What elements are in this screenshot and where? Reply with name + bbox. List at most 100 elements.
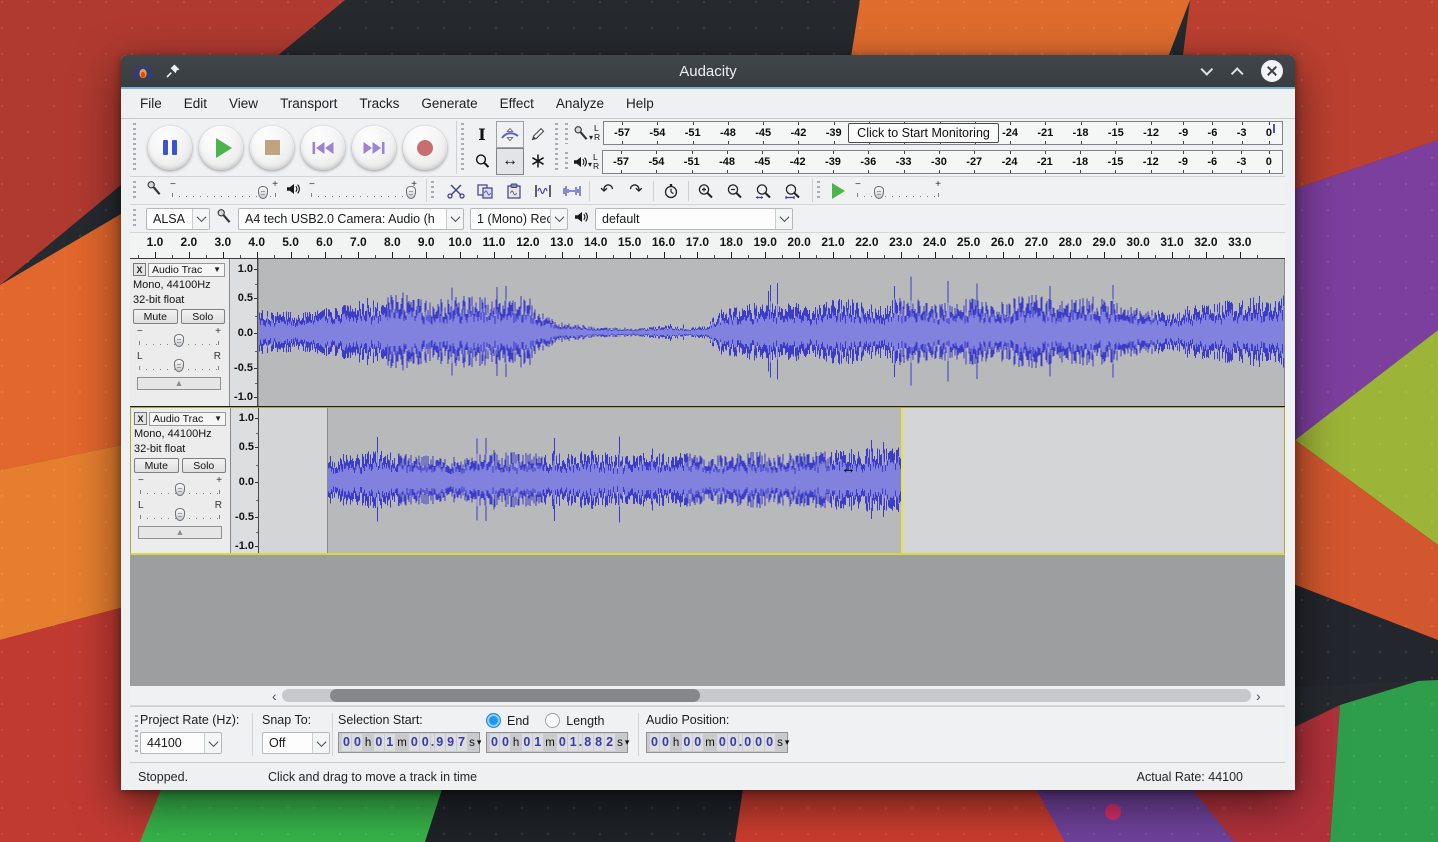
dropdown-chevron-icon[interactable] bbox=[446, 209, 463, 229]
time-digit[interactable]: . bbox=[739, 734, 742, 751]
pan-slider[interactable]: LR bbox=[136, 502, 224, 523]
time-digit[interactable]: . bbox=[579, 734, 582, 751]
silence-button[interactable] bbox=[559, 179, 585, 203]
selection-end-time[interactable]: 00h01m01.882s▾ bbox=[486, 732, 628, 753]
toolbar-gripper[interactable] bbox=[133, 209, 137, 229]
time-digit[interactable]: 0 bbox=[420, 734, 430, 751]
track-collapse-button[interactable]: ▲ bbox=[138, 526, 222, 539]
input-channels-select[interactable]: 1 (Mono) Reco bbox=[470, 208, 568, 230]
minimize-button[interactable] bbox=[1200, 63, 1213, 76]
skip-start-button[interactable] bbox=[301, 126, 345, 170]
tool-selection[interactable]: I bbox=[468, 121, 496, 148]
playback-volume-slider[interactable]: −+ bbox=[307, 181, 419, 201]
time-digit[interactable]: 0 bbox=[500, 734, 510, 751]
toolbar-gripper[interactable] bbox=[133, 123, 137, 172]
track-close-button[interactable]: X bbox=[134, 412, 147, 425]
skip-end-button[interactable] bbox=[352, 126, 396, 170]
speaker-icon[interactable]: ▾ bbox=[573, 156, 592, 168]
time-digit[interactable]: 7 bbox=[457, 734, 467, 751]
menu-help[interactable]: Help bbox=[615, 92, 665, 115]
time-digit[interactable]: 0 bbox=[754, 734, 764, 751]
track-control-panel[interactable]: X Audio Trac ▼ Mono, 44100Hz 32-bit floa… bbox=[131, 408, 231, 553]
track-title-dropdown[interactable]: Audio Trac ▼ bbox=[148, 263, 225, 277]
cut-button[interactable] bbox=[443, 179, 469, 203]
time-digit[interactable]: 1 bbox=[533, 734, 543, 751]
horizontal-scrollbar[interactable]: ‹ › bbox=[130, 686, 1285, 706]
track-control-panel[interactable]: X Audio Trac ▼ Mono, 44100Hz 32-bit floa… bbox=[130, 259, 230, 406]
stop-button[interactable] bbox=[250, 126, 294, 170]
radio-end[interactable] bbox=[486, 713, 501, 728]
audio-clip[interactable] bbox=[258, 259, 1285, 406]
vertical-scale-ruler[interactable]: 1.00.50.0-0.5-1.0 bbox=[231, 408, 259, 553]
time-digit[interactable]: 0 bbox=[650, 734, 660, 751]
monitoring-tooltip[interactable]: Click to Start Monitoring bbox=[848, 123, 999, 143]
snap-to-select[interactable]: Off bbox=[262, 732, 330, 754]
time-digit[interactable]: 0 bbox=[352, 734, 362, 751]
slider-thumb[interactable] bbox=[175, 483, 185, 496]
time-digit[interactable]: 0 bbox=[342, 734, 352, 751]
dropdown-chevron-icon[interactable] bbox=[192, 209, 209, 229]
time-digit[interactable]: 0 bbox=[490, 734, 500, 751]
solo-button[interactable]: Solo bbox=[182, 458, 227, 473]
toolbar-gripper[interactable] bbox=[135, 715, 139, 754]
dropdown-chevron-icon[interactable] bbox=[550, 209, 567, 229]
menu-view[interactable]: View bbox=[218, 92, 269, 115]
time-digit[interactable]: 8 bbox=[594, 734, 604, 751]
time-digit[interactable]: 0 bbox=[522, 734, 532, 751]
dropdown-arrow-icon[interactable]: ▾ bbox=[785, 737, 790, 748]
time-digit[interactable]: 0 bbox=[728, 734, 738, 751]
play-button[interactable] bbox=[199, 126, 243, 170]
record-button[interactable] bbox=[403, 126, 447, 170]
menu-effect[interactable]: Effect bbox=[489, 92, 545, 115]
dropdown-arrow-icon[interactable]: ▾ bbox=[477, 737, 482, 748]
slider-thumb[interactable] bbox=[406, 186, 416, 199]
radio-length-label[interactable]: Length bbox=[566, 714, 604, 728]
track-collapse-button[interactable]: ▲ bbox=[137, 377, 221, 390]
gain-slider[interactable]: −+ bbox=[136, 477, 224, 498]
radio-length[interactable] bbox=[545, 713, 560, 728]
audio-position-time[interactable]: 00h00m00.000s▾ bbox=[646, 732, 788, 753]
titlebar[interactable]: Audacity bbox=[121, 55, 1295, 89]
toolbar-gripper[interactable] bbox=[555, 123, 559, 172]
track-title-dropdown[interactable]: Audio Trac ▼ bbox=[149, 412, 226, 426]
slider-thumb[interactable] bbox=[175, 508, 185, 521]
menu-tracks[interactable]: Tracks bbox=[348, 92, 410, 115]
slider-thumb[interactable] bbox=[174, 334, 184, 347]
radio-end-label[interactable]: End bbox=[507, 714, 529, 728]
playback-speed-slider[interactable]: −+ bbox=[853, 181, 943, 201]
time-digit[interactable]: 0 bbox=[660, 734, 670, 751]
time-digit[interactable]: 2 bbox=[605, 734, 615, 751]
slider-thumb[interactable] bbox=[174, 359, 184, 372]
time-digit[interactable]: 0 bbox=[693, 734, 703, 751]
project-rate-select[interactable]: 44100 bbox=[140, 732, 222, 754]
pause-button[interactable] bbox=[148, 126, 192, 170]
time-digit[interactable]: . bbox=[431, 734, 434, 751]
pin-icon[interactable] bbox=[165, 63, 181, 79]
tool-envelope[interactable] bbox=[496, 121, 524, 148]
dropdown-chevron-icon[interactable] bbox=[775, 209, 792, 229]
vertical-scale-ruler[interactable]: 1.00.50.0-0.5-1.0 bbox=[230, 259, 258, 406]
toolbar-gripper[interactable] bbox=[431, 181, 435, 201]
menu-generate[interactable]: Generate bbox=[410, 92, 488, 115]
menu-transport[interactable]: Transport bbox=[269, 92, 348, 115]
tool-zoom[interactable] bbox=[468, 148, 496, 175]
output-device-select[interactable]: default bbox=[595, 208, 793, 230]
time-digit[interactable]: 9 bbox=[446, 734, 456, 751]
stopwatch-button[interactable] bbox=[658, 179, 684, 203]
copy-button[interactable] bbox=[472, 179, 498, 203]
toolbar-gripper[interactable] bbox=[565, 123, 569, 144]
host-select[interactable]: ALSA bbox=[146, 208, 210, 230]
recording-meter[interactable]: -57-54-51-48-45-42-39-36-33-30-27-24-21-… bbox=[603, 121, 1283, 145]
zoom-selection-button[interactable] bbox=[751, 179, 777, 203]
scrollbar-thumb[interactable] bbox=[330, 689, 700, 702]
solo-button[interactable]: Solo bbox=[181, 309, 226, 324]
close-button[interactable] bbox=[1261, 60, 1283, 82]
slider-thumb[interactable] bbox=[258, 186, 268, 199]
maximize-button[interactable] bbox=[1231, 67, 1244, 80]
play-at-speed-button[interactable] bbox=[832, 183, 845, 199]
mute-button[interactable]: Mute bbox=[133, 309, 178, 324]
time-digit[interactable]: 9 bbox=[435, 734, 445, 751]
audio-track-1[interactable]: X Audio Trac ▼ Mono, 44100Hz 32-bit floa… bbox=[130, 259, 1285, 407]
slider-thumb[interactable] bbox=[874, 186, 884, 199]
time-digit[interactable]: 0 bbox=[374, 734, 384, 751]
